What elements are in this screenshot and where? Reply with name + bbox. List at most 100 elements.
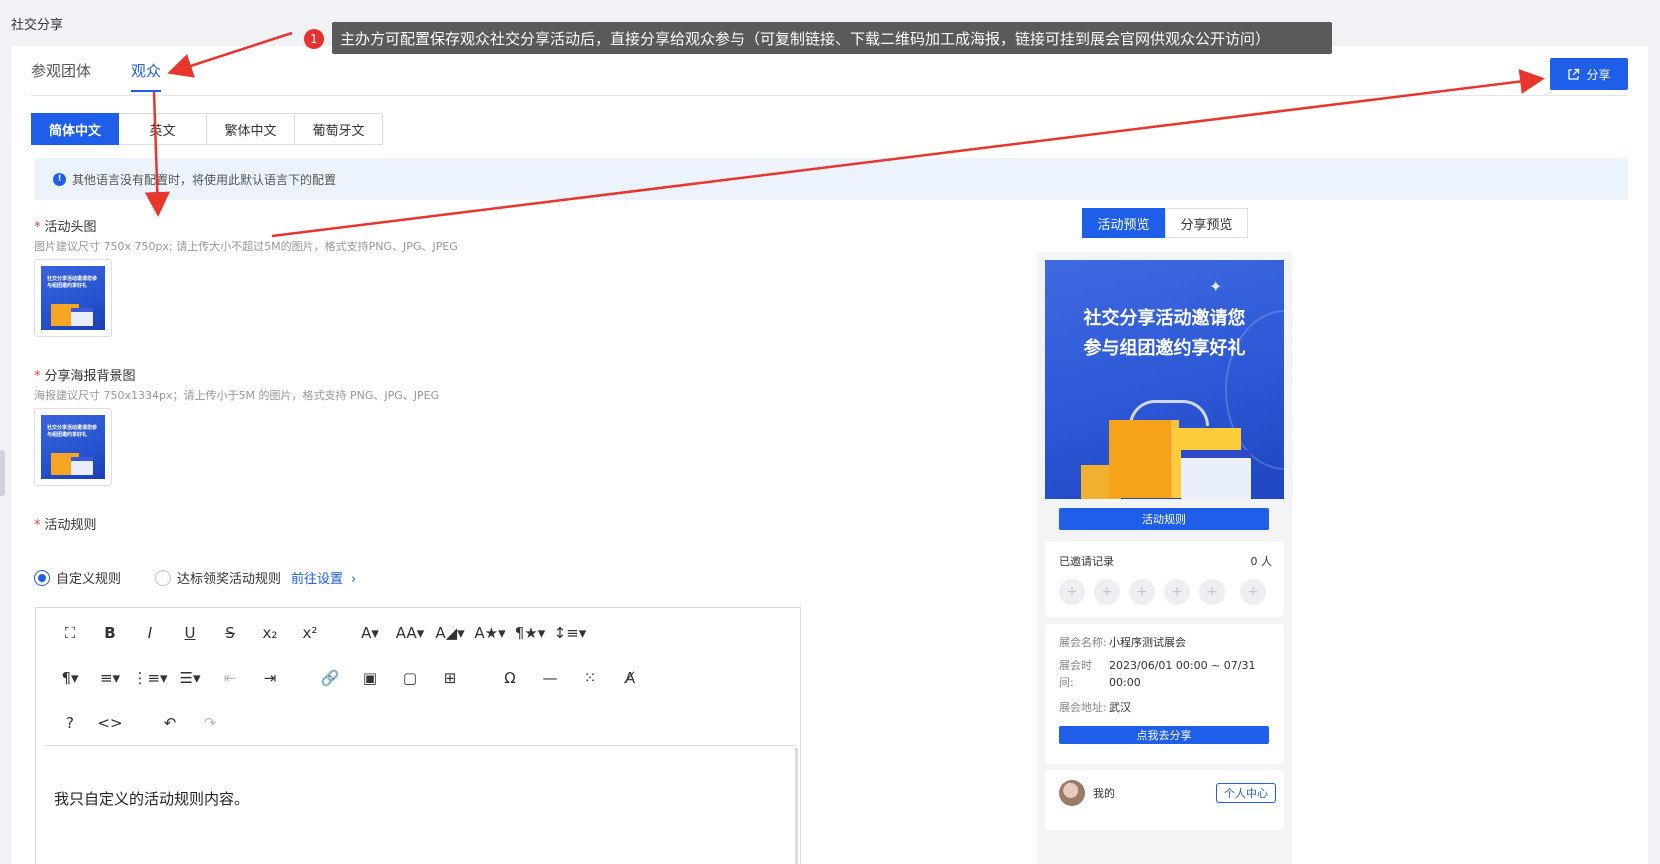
my-label: 我的 — [1093, 787, 1115, 800]
header-image-hint: 图片建议尺寸 750x 750px; 请上传大小不超过5M的图片，格式支持PNG… — [34, 240, 458, 253]
preview-share-button[interactable]: 点我去分享 — [1059, 726, 1269, 744]
font-size-icon[interactable]: AA▾ — [390, 618, 430, 648]
unordered-list-icon[interactable]: ☰▾ — [170, 663, 210, 693]
rules-label: * 活动规则 — [34, 518, 97, 533]
poster-bg-label: * 分享海报背景图 — [34, 369, 136, 384]
invite-slot-plus-icon[interactable]: + — [1164, 579, 1190, 605]
radio-award-rules[interactable]: 达标领奖活动规则 — [155, 568, 281, 587]
radio-custom-dot[interactable] — [34, 569, 50, 586]
invite-slot-plus-icon[interactable]: + — [1199, 579, 1225, 605]
code-view-icon[interactable]: <> — [90, 708, 130, 738]
ordered-list-icon[interactable]: ⋮≡▾ — [130, 663, 170, 693]
sparkle-icon: ✦ — [1209, 277, 1223, 296]
page-title: 社交分享 — [11, 18, 64, 33]
invited-records-label: 已邀请记录 — [1059, 555, 1114, 568]
gift-box-icon — [1109, 420, 1179, 498]
editor-toolbar-divider — [44, 745, 796, 746]
lang-portuguese[interactable]: 葡萄牙文 — [295, 113, 383, 145]
align-icon[interactable]: ≡▾ — [90, 663, 130, 693]
annotation-number-badge: 1 — [304, 29, 324, 49]
subscript-icon[interactable]: x₂ — [250, 618, 290, 648]
clear-format-icon[interactable]: A̸ — [610, 663, 650, 693]
tab-activity-preview[interactable]: 活动预览 — [1082, 208, 1165, 238]
strikethrough-icon[interactable]: S — [210, 618, 250, 648]
editor-scrollbar[interactable] — [795, 748, 798, 864]
header-image-thumbnail: 社交分享活动邀请您参与组团邀约享好礼 — [41, 266, 105, 330]
paragraph-format-icon[interactable]: ¶▾ — [50, 663, 90, 693]
expo-name-row: 展会名称: 小程序测试展会 — [1059, 636, 1186, 649]
invite-slot-plus-icon[interactable]: + — [1240, 579, 1266, 605]
lang-simplified-chinese[interactable]: 简体中文 — [31, 113, 119, 145]
info-alert-text: 其他语言没有配置时，将使用此默认语言下的配置 — [72, 172, 337, 187]
mobile-preview: ✦ 社交分享活动邀请您 参与组团邀约享好礼 活动规则 已邀请记录 0 人 + +… — [1037, 252, 1292, 864]
invite-slots: + + + + + + — [1059, 579, 1266, 605]
tab-visiting-group[interactable]: 参观团体 — [31, 60, 91, 92]
undo-icon[interactable]: ↶ — [150, 708, 190, 738]
redo-icon[interactable]: ↷ — [190, 708, 230, 738]
rules-radio-group: 自定义规则 达标领奖活动规则 前往设置 › — [34, 568, 356, 587]
chevron-right-icon: › — [351, 572, 357, 587]
preview-rules-button[interactable]: 活动规则 — [1059, 508, 1269, 530]
editor-toolbar-row-3: ? <> ↶ ↷ — [50, 708, 230, 738]
expo-time-row: 展会时 间: 2023/06/01 00:00 ~ 07/31 00:00 — [1059, 659, 1256, 689]
file-icon[interactable]: ▢ — [390, 663, 430, 693]
personal-center-button[interactable]: 个人中心 — [1216, 783, 1276, 803]
help-icon[interactable]: ? — [50, 708, 90, 738]
text-style-icon[interactable]: A★▾ — [470, 618, 510, 648]
font-family-icon[interactable]: A▾ — [350, 618, 390, 648]
annotation-callout: 主办方可配置保存观众社交分享活动后，直接分享给观众参与（可复制链接、下载二维码加… — [332, 22, 1332, 54]
activity-poster: ✦ 社交分享活动邀请您 参与组团邀约享好礼 — [1045, 260, 1284, 499]
link-icon[interactable]: 🔗 — [310, 663, 350, 693]
info-icon: ! — [53, 172, 66, 186]
select-all-icon[interactable]: ⁙ — [570, 663, 610, 693]
expo-info-card: 展会名称: 小程序测试展会 展会时 间: 2023/06/01 00:00 ~ 07… — [1045, 624, 1284, 764]
bold-icon[interactable]: B — [90, 618, 130, 648]
editor-toolbar-row-2: ¶▾ ≡▾ ⋮≡▾ ☰▾ ⇤ ⇥ 🔗 ▣ ▢ ⊞ Ω — ⁙ A̸ — [50, 663, 650, 693]
info-alert: ! 其他语言没有配置时，将使用此默认语言下的配置 — [35, 158, 1628, 200]
text-color-icon[interactable]: A◢▾ — [430, 618, 470, 648]
tab-divider — [31, 95, 1628, 96]
main-card: 参观团体 观众 分享 简体中文 英文 繁体中文 葡萄牙文 ! 其他语言没有配置时… — [11, 46, 1648, 864]
audience-tabs: 参观团体 观众 — [31, 60, 201, 92]
superscript-icon[interactable]: x² — [290, 618, 330, 648]
lang-traditional-chinese[interactable]: 繁体中文 — [207, 113, 295, 145]
italic-icon[interactable]: I — [130, 618, 170, 648]
horizontal-line-icon[interactable]: — — [530, 663, 570, 693]
tab-share-preview[interactable]: 分享预览 — [1165, 208, 1248, 238]
paragraph-style-icon[interactable]: ¶★▾ — [510, 618, 550, 648]
image-icon[interactable]: ▣ — [350, 663, 390, 693]
poster-bg-hint: 海报建议尺寸 750x1334px；请上传小于5M 的图片，格式支持 PNG、J… — [34, 389, 440, 402]
side-collapse-handle[interactable] — [0, 450, 5, 496]
avatar — [1059, 780, 1085, 806]
share-button[interactable]: 分享 — [1550, 58, 1628, 90]
poster-bg-upload[interactable]: 社交分享活动邀请您参与组团邀约享好礼 — [34, 408, 112, 486]
radio-award-dot[interactable] — [155, 569, 172, 586]
share-button-label: 分享 — [1586, 67, 1611, 82]
go-settings-link[interactable]: 前往设置 › — [291, 568, 356, 587]
invite-slot-plus-icon[interactable]: + — [1094, 579, 1120, 605]
special-char-icon[interactable]: Ω — [490, 663, 530, 693]
tab-audience[interactable]: 观众 — [131, 60, 162, 92]
poster-title: 社交分享活动邀请您 参与组团邀约享好礼 — [1083, 308, 1246, 359]
editor-content[interactable]: 我只自定义的活动规则内容。 — [54, 788, 249, 809]
underline-icon[interactable]: U — [170, 618, 210, 648]
indent-icon[interactable]: ⇥ — [250, 663, 290, 693]
rich-text-editor: ⛶ B I U S x₂ x² A▾ AA▾ A◢▾ A★▾ ¶★▾ ↕≡▾ ¶… — [35, 607, 801, 864]
external-link-icon — [1568, 68, 1580, 80]
invite-slot-plus-icon[interactable]: + — [1129, 579, 1155, 605]
table-icon[interactable]: ⊞ — [430, 663, 470, 693]
outdent-icon[interactable]: ⇤ — [210, 663, 250, 693]
my-card: 我的 个人中心 — [1045, 770, 1284, 830]
gift-box-icon — [1181, 450, 1251, 499]
header-image-upload[interactable]: 社交分享活动邀请您参与组团邀约享好礼 — [34, 259, 112, 337]
line-height-icon[interactable]: ↕≡▾ — [550, 618, 590, 648]
invite-slot-plus-icon[interactable]: + — [1059, 579, 1085, 605]
preview-tabs: 活动预览 分享预览 — [1082, 208, 1248, 238]
header-image-label: * 活动头图 — [34, 220, 97, 235]
radio-custom-rules[interactable]: 自定义规则 — [34, 568, 121, 587]
invited-records-card: 已邀请记录 0 人 + + + + + + — [1045, 541, 1284, 617]
editor-toolbar-row-1: ⛶ B I U S x₂ x² A▾ AA▾ A◢▾ A★▾ ¶★▾ ↕≡▾ — [50, 618, 590, 648]
fullscreen-icon[interactable]: ⛶ — [50, 618, 90, 648]
language-switcher: 简体中文 英文 繁体中文 葡萄牙文 — [31, 113, 383, 145]
lang-english[interactable]: 英文 — [119, 113, 207, 145]
